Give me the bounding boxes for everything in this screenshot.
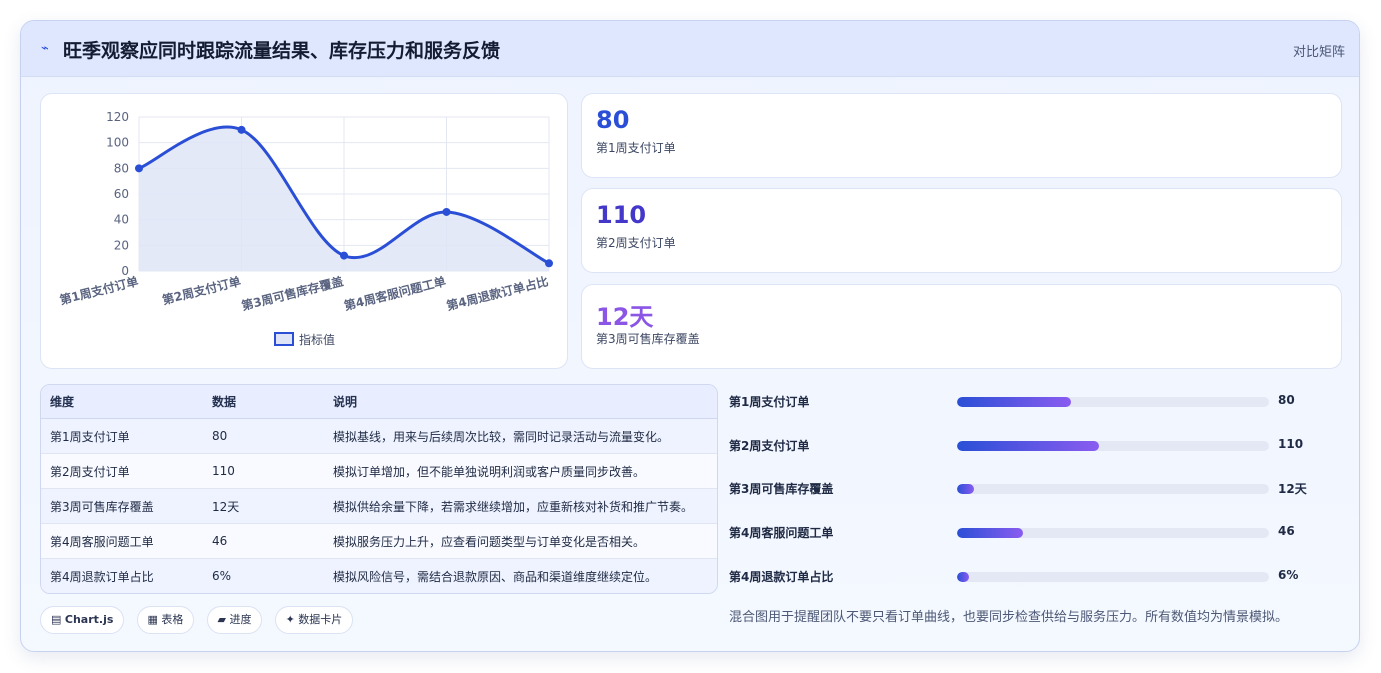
tag-table[interactable]: ▦ 表格 bbox=[136, 606, 195, 634]
data-point bbox=[340, 251, 348, 260]
table-row: 第4周客服问题工单 46 模拟服务压力上升，应查看问题类型与订单变化是否相关。 bbox=[41, 523, 717, 559]
progress-value: 46 bbox=[1278, 524, 1295, 538]
column-header: 维度 bbox=[41, 385, 203, 419]
table-cell: 第4周退款订单占比 bbox=[41, 558, 203, 593]
data-point bbox=[237, 125, 246, 134]
tag-progress[interactable]: ▰ 进度 bbox=[206, 606, 263, 634]
table-cell: 第4周客服问题工单 bbox=[41, 523, 203, 559]
progress-row: 第1周支付订单 80 bbox=[729, 391, 1349, 411]
progress-row: 第3周可售库存覆盖 12天 bbox=[729, 478, 1349, 498]
x-tick-label: 第2周支付订单 bbox=[161, 273, 243, 307]
table-row: 第3周可售库存覆盖 12天 模拟供给余量下降，若需求继续增加，应重新核对补货和推… bbox=[41, 488, 717, 524]
table-cell: 12天 bbox=[203, 488, 324, 524]
chart-icon: ▤ bbox=[51, 613, 62, 626]
progress-fill bbox=[957, 528, 1023, 538]
table-cell: 第3周可售库存覆盖 bbox=[41, 488, 203, 524]
x-tick-label: 第3周可售库存覆盖 bbox=[240, 273, 345, 313]
tag-label: 数据卡片 bbox=[298, 613, 343, 626]
progress-row: 第2周支付订单 110 bbox=[729, 435, 1349, 455]
progress-fill bbox=[957, 484, 975, 494]
footnote: 混合图用于提醒团队不要只看订单曲线，也要同步检查供给与服务压力。所有数值均为情景… bbox=[729, 610, 1289, 625]
column-header: 说明 bbox=[324, 385, 717, 419]
progress-label: 第2周支付订单 bbox=[729, 439, 810, 453]
table-cell: 模拟服务压力上升，应查看问题类型与订单变化是否相关。 bbox=[324, 523, 717, 559]
y-tick-label: 100 bbox=[106, 136, 129, 150]
kpi-card-3: 12天 第3周可售库存覆盖 bbox=[581, 284, 1342, 369]
sparkle-icon: ✦ bbox=[285, 613, 295, 626]
progress-fill bbox=[957, 397, 1071, 407]
x-tick-label: 第4周客服问题工单 bbox=[342, 273, 447, 313]
tag-list: ▤ Chart.js ▦ 表格 ▰ 进度 ✦ 数据卡片 bbox=[40, 606, 360, 634]
progress-label: 第4周退款订单占比 bbox=[729, 570, 834, 584]
kpi-label: 第3周可售库存覆盖 bbox=[596, 332, 700, 346]
table-row: 第4周退款订单占比 6% 模拟风险信号，需结合退款原因、商品和渠道维度继续定位。 bbox=[41, 558, 717, 593]
progress-value: 6% bbox=[1278, 568, 1299, 582]
table-cell: 模拟基线，用来与后续周次比较，需同时记录活动与流量变化。 bbox=[324, 418, 717, 454]
progress-track bbox=[957, 441, 1269, 451]
tag-data-card[interactable]: ✦ 数据卡片 bbox=[274, 606, 354, 634]
progress-row: 第4周客服问题工单 46 bbox=[729, 522, 1349, 542]
x-tick-label: 第1周支付订单 bbox=[58, 273, 140, 307]
legend-label: 指标值 bbox=[299, 332, 335, 347]
table-row: 第2周支付订单 110 模拟订单增加，但不能单独说明利润或客户质量同步改善。 bbox=[41, 453, 717, 489]
table-header-row: 维度 数据 说明 bbox=[41, 385, 717, 419]
table-cell: 模拟订单增加，但不能单独说明利润或客户质量同步改善。 bbox=[324, 453, 717, 489]
data-point bbox=[135, 164, 143, 173]
dashboard-panel: ⌁ 旺季观察应同时跟踪流量结果、库存压力和服务反馈 对比矩阵 0 20 40 60 80… bbox=[20, 20, 1360, 652]
progress-row: 第4周退款订单占比 6% bbox=[729, 566, 1349, 586]
chart-card: 0 20 40 60 80 100 120 第1周支付订单 第2周支付订单 第3周可售库存覆盖 第4… bbox=[40, 93, 568, 369]
progress-label: 第3周可售库存覆盖 bbox=[729, 482, 834, 496]
x-tick-label: 第4周退款订单占比 bbox=[445, 273, 550, 313]
table-cell: 6% bbox=[203, 558, 324, 593]
progress-track bbox=[957, 528, 1269, 538]
progress-value: 110 bbox=[1278, 437, 1304, 451]
data-point bbox=[545, 259, 553, 268]
tag-label: 表格 bbox=[161, 613, 184, 626]
table-cell: 第1周支付订单 bbox=[41, 418, 203, 454]
tag-chartjs[interactable]: ▤ Chart.js bbox=[40, 606, 125, 634]
progress-value: 12天 bbox=[1278, 482, 1307, 496]
data-point bbox=[442, 207, 451, 216]
y-tick-label: 80 bbox=[114, 161, 129, 175]
kpi-card-1: 80 第1周支付订单 bbox=[581, 93, 1342, 178]
kpi-card-2: 110 第2周支付订单 bbox=[581, 188, 1342, 273]
progress-value: 80 bbox=[1278, 393, 1295, 407]
progress-fill bbox=[957, 572, 969, 582]
data-table: 维度 数据 说明 第1周支付订单 80 模拟基线，用来与后续周次比较，需同时记录… bbox=[40, 384, 718, 594]
y-tick-label: 60 bbox=[114, 187, 129, 201]
kpi-value: 110 bbox=[596, 201, 647, 229]
table-cell: 46 bbox=[203, 523, 324, 559]
table-cell: 80 bbox=[203, 418, 324, 454]
panel-header: ⌁ 旺季观察应同时跟踪流量结果、库存压力和服务反馈 对比矩阵 bbox=[21, 21, 1359, 77]
progress-track bbox=[957, 397, 1269, 407]
table-cell: 第2周支付订单 bbox=[41, 453, 203, 489]
column-header: 数据 bbox=[203, 385, 324, 419]
kpi-label: 第2周支付订单 bbox=[596, 236, 676, 250]
progress-track bbox=[957, 484, 1269, 494]
tag-label: 进度 bbox=[229, 613, 252, 626]
kpi-value: 12天 bbox=[596, 303, 654, 331]
progress-track bbox=[957, 572, 1269, 582]
table-icon: ▦ bbox=[147, 613, 158, 626]
progress-label: 第1周支付订单 bbox=[729, 395, 810, 409]
kpi-value: 80 bbox=[596, 106, 630, 134]
table-row: 第1周支付订单 80 模拟基线，用来与后续周次比较，需同时记录活动与流量变化。 bbox=[41, 418, 717, 454]
table-cell: 模拟风险信号，需结合退款原因、商品和渠道维度继续定位。 bbox=[324, 558, 717, 593]
y-tick-label: 20 bbox=[114, 238, 129, 252]
table-cell: 110 bbox=[203, 453, 324, 489]
y-tick-label: 120 bbox=[106, 110, 129, 124]
y-tick-label: 40 bbox=[114, 213, 129, 227]
line-chart: 020406080100120第1周支付订单 第2周支付订单第3周可售库存覆盖第4… bbox=[58, 110, 553, 347]
progress-icon: ▰ bbox=[217, 613, 226, 626]
table-cell: 模拟供给余量下降，若需求继续增加，应重新核对补货和推广节奏。 bbox=[324, 488, 717, 524]
page-title: 旺季观察应同时跟踪流量结果、库存压力和服务反馈 bbox=[63, 40, 501, 62]
kpi-label: 第1周支付订单 bbox=[596, 141, 676, 155]
compare-matrix-link[interactable]: 对比矩阵 bbox=[1293, 41, 1345, 60]
legend-swatch bbox=[274, 332, 294, 346]
tag-label: Chart.js bbox=[64, 613, 114, 626]
progress-label: 第4周客服问题工单 bbox=[729, 526, 834, 540]
pulse-icon: ⌁ bbox=[41, 41, 49, 56]
progress-fill bbox=[957, 441, 1099, 451]
